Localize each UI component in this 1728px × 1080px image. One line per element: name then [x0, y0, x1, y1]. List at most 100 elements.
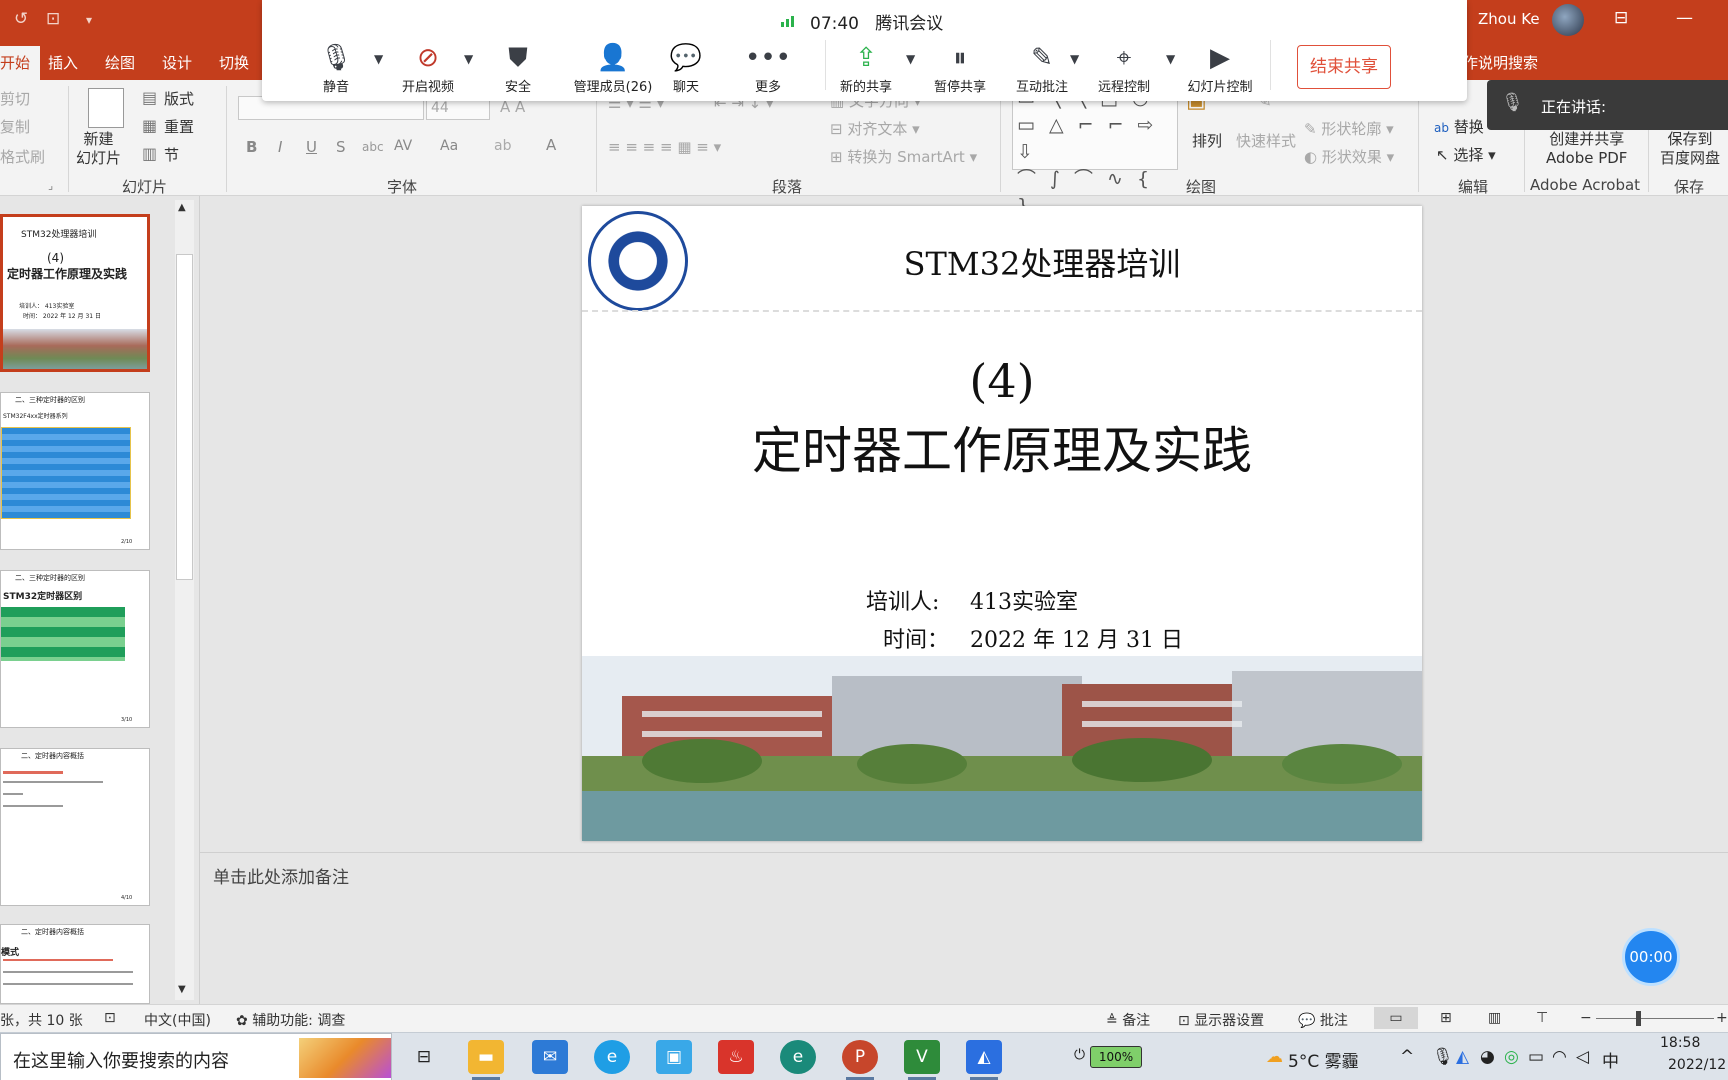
avatar[interactable] [1552, 4, 1584, 36]
user-name[interactable]: Zhou Ke [1478, 10, 1540, 28]
scrollbar-thumb[interactable] [176, 254, 193, 580]
slide-header[interactable]: STM32处理器培训 [582, 239, 1422, 285]
edge-icon[interactable]: e [780, 1040, 816, 1074]
acrobat-icon[interactable]: ♨ [718, 1040, 754, 1074]
slide-title[interactable]: 定时器工作原理及实践 [582, 411, 1422, 483]
mute-options-caret-icon[interactable]: ▼ [374, 52, 383, 66]
underline-icon[interactable]: U [306, 138, 317, 156]
ribbon-display-icon[interactable]: ⊟ [1614, 8, 1628, 28]
microphone-icon[interactable]: 🎙 [1432, 1047, 1454, 1067]
vision-app-icon[interactable]: V [904, 1040, 940, 1080]
present-icon[interactable]: ⊡ [46, 9, 60, 29]
bilibili-icon[interactable]: ▣ [656, 1040, 692, 1074]
thumbnails-scrollbar[interactable]: ▲ ▼ [175, 200, 194, 1000]
notes-placeholder[interactable]: 单击此处添加备注 [213, 863, 349, 888]
powerpoint-icon[interactable]: P [842, 1040, 878, 1080]
trainer-value[interactable]: 413实验室 [970, 584, 1078, 616]
wechat-icon[interactable]: ◎ [1504, 1047, 1519, 1067]
slide-sorter-icon[interactable]: ⊞ [1440, 1010, 1452, 1026]
tell-me-search[interactable]: 作说明搜索 [1463, 52, 1538, 73]
font-color-icon[interactable]: A [546, 136, 556, 154]
slide-thumbnail-2[interactable]: 二、三种定时器的区别 STM32F4xx定时器系列 2/10 [0, 392, 150, 550]
chat-button[interactable]: 💬 聊天 [648, 42, 724, 95]
slide-canvas[interactable]: STM32处理器培训 (4) 定时器工作原理及实践 培训人: 413实验室 时间… [582, 206, 1422, 841]
weather-text[interactable]: 5°C 雾霾 [1288, 1047, 1359, 1072]
ie-browser-icon[interactable]: e [594, 1040, 630, 1074]
new-slide-icon[interactable] [88, 88, 124, 128]
bold-icon[interactable]: B [246, 138, 257, 156]
remote-control-button[interactable]: ⌖ 远程控制 [1086, 42, 1162, 95]
mute-button[interactable]: 🎙 静音 [298, 42, 374, 95]
tencent-tray-icon[interactable]: ◭ [1456, 1047, 1469, 1067]
spellcheck-icon[interactable]: ⊡ [104, 1010, 116, 1026]
align-text-button[interactable]: ⊟ 对齐文本 ▾ [830, 118, 920, 139]
display-settings[interactable]: ⊡ 显示器设置 [1178, 1010, 1264, 1030]
comments-toggle[interactable]: 💬 批注 [1298, 1010, 1348, 1030]
replace-button[interactable]: ab 替换 [1434, 116, 1484, 137]
taskbar-search[interactable]: 在这里输入你要搜索的内容 [0, 1033, 392, 1080]
share-options-caret-icon[interactable]: ▼ [906, 52, 915, 66]
shadow-icon[interactable]: S [336, 138, 346, 156]
normal-view-icon[interactable]: ▭ [1374, 1007, 1418, 1029]
tab-draw[interactable]: 绘图 [105, 52, 135, 73]
annotate-options-caret-icon[interactable]: ▼ [1070, 52, 1079, 66]
scroll-down-icon[interactable]: ▼ [178, 984, 186, 995]
save-baidu-button[interactable]: 保存到 百度网盘 [1660, 130, 1720, 168]
redo-icon[interactable]: ↺ [14, 9, 28, 29]
zoom-slider-handle[interactable] [1636, 1011, 1641, 1026]
slide-number-label[interactable]: (4) [582, 354, 1422, 408]
more-button[interactable]: ••• 更多 [730, 42, 806, 95]
battery-indicator[interactable]: 100% [1090, 1046, 1142, 1068]
tab-design[interactable]: 设计 [162, 52, 192, 73]
shape-effect-button[interactable]: ◐ 形状效果 ▾ [1304, 146, 1394, 167]
annotate-button[interactable]: ✎ 互动批注 [1004, 42, 1080, 95]
minimize-icon[interactable]: — [1676, 8, 1693, 28]
shape-outline-button[interactable]: ✎ 形状轮廓 ▾ [1304, 118, 1394, 139]
tab-transitions[interactable]: 切换 [219, 52, 249, 73]
customize-caret-icon[interactable]: ▾ [86, 13, 92, 27]
new-share-button[interactable]: ⇪ 新的共享 [828, 42, 904, 95]
new-slide-button[interactable]: 新建 幻灯片 [76, 130, 121, 168]
reset-button[interactable]: 重置 [164, 116, 194, 137]
reading-view-icon[interactable]: ▥ [1488, 1010, 1501, 1026]
create-pdf-button[interactable]: 创建并共享 Adobe PDF [1546, 130, 1627, 168]
quick-styles-button[interactable]: 快速样式 [1236, 130, 1296, 151]
char-spacing-icon[interactable]: AV [394, 138, 412, 154]
pause-share-button[interactable]: ⏸ 暂停共享 [922, 42, 998, 95]
select-button[interactable]: ↖ 选择 ▾ [1436, 144, 1496, 165]
slide-thumbnail-4[interactable]: 二、定时器内容概括 4/10 [0, 748, 150, 906]
scroll-up-icon[interactable]: ▲ [178, 202, 186, 213]
smartart-button[interactable]: ⊞ 转换为 SmartArt ▾ [830, 146, 977, 167]
align-icons[interactable]: ≡ ≡ ≡ ≡ ▦ ≡ ▾ [608, 138, 721, 156]
tab-home[interactable]: 开始 [0, 46, 41, 83]
arrange-button[interactable]: 排列 [1192, 130, 1222, 151]
slide-thumbnail-3[interactable]: 二、三种定时器的区别 STM32定时器区别 3/10 [0, 570, 150, 728]
meeting-timer[interactable]: 00:00 [1622, 928, 1680, 986]
change-case-icon[interactable]: Aa [440, 138, 458, 154]
section-button[interactable]: 节 [164, 144, 179, 165]
clipboard-launcher-icon[interactable]: ⌟ [48, 180, 53, 191]
zoom-slider[interactable] [1596, 1018, 1714, 1019]
tencent-meeting-icon[interactable]: ◭ [966, 1040, 1002, 1080]
tray-expand-icon[interactable]: ^ [1400, 1047, 1414, 1067]
mail-icon[interactable]: ✉ [532, 1040, 568, 1074]
italic-icon[interactable]: I [278, 138, 282, 156]
zoom-in-icon[interactable]: + [1716, 1010, 1728, 1026]
video-button[interactable]: ⊘ 开启视频 [390, 42, 466, 95]
cut-button[interactable]: 剪切 [0, 88, 30, 109]
format-painter-button[interactable]: 格式刷 [0, 146, 45, 167]
ime-indicator[interactable]: 中 [1602, 1047, 1619, 1072]
security-button[interactable]: ⛊ 安全 [480, 42, 556, 95]
slide-thumbnail-1[interactable]: STM32处理器培训 (4) 定时器工作原理及实践 培训人： 413实验室 时间… [0, 214, 150, 372]
layout-button[interactable]: 版式 [164, 88, 194, 109]
date-value[interactable]: 2022 年 12 月 31 日 [970, 622, 1183, 654]
clock-date[interactable]: 2022/12 [1668, 1057, 1726, 1073]
notes-toggle[interactable]: ≜ 备注 [1106, 1010, 1150, 1030]
task-view-icon[interactable]: ⊟ [406, 1040, 442, 1074]
end-share-button[interactable]: 结束共享 [1297, 45, 1391, 89]
slide-control-button[interactable]: ▶ 幻灯片控制 [1172, 42, 1268, 95]
volume-icon[interactable]: ◁ [1576, 1047, 1589, 1067]
copy-button[interactable]: 复制 [0, 116, 30, 137]
video-options-caret-icon[interactable]: ▼ [464, 52, 473, 66]
tab-insert[interactable]: 插入 [48, 52, 78, 73]
